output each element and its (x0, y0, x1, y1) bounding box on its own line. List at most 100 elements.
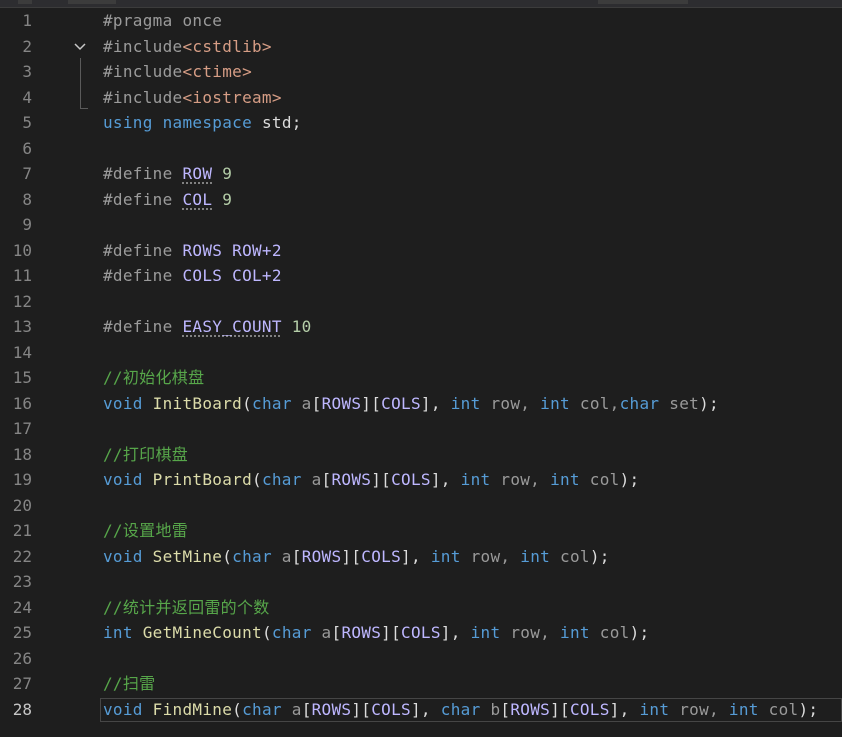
code-line[interactable]: 7 #define ROW 9 (0, 161, 842, 187)
code-token: char (242, 699, 282, 719)
code-token: <cstdlib> (182, 36, 272, 56)
code-token: [ (500, 699, 511, 719)
code-line[interactable]: 25 int GetMineCount(char a[ROWS][COLS], i… (0, 620, 842, 646)
code-line[interactable]: 2 #include<cstdlib> (0, 34, 842, 60)
code-token: col (589, 623, 630, 642)
code-text[interactable]: //设置地雷 (103, 518, 188, 544)
code-token: void (103, 393, 143, 413)
code-line[interactable]: 20 (0, 493, 842, 519)
code-line[interactable]: 19 void PrintBoard(char a[ROWS][COLS], in… (0, 467, 842, 493)
code-token: ROWS (321, 393, 362, 413)
code-editor[interactable]: 1 #pragma once 2 #include<cstdlib> 3 #include… (0, 0, 842, 737)
chevron-down-icon[interactable] (74, 41, 86, 53)
code-token: COL+2 (222, 266, 282, 285)
line-number: 28 (12, 699, 32, 719)
code-line[interactable]: 1 #pragma once (0, 8, 842, 34)
code-text[interactable]: void SetMine(char a[ROWS][COLS], int row… (103, 544, 610, 570)
code-token: a (271, 546, 292, 566)
code-token: col (579, 470, 620, 489)
code-line[interactable]: 18 //打印棋盘 (0, 442, 842, 468)
line-number: 8 (22, 189, 32, 209)
code-token: InitBoard (152, 393, 243, 413)
code-line[interactable]: 24 //统计并返回雷的个数 (0, 595, 842, 621)
line-number: 2 (22, 36, 32, 56)
code-text[interactable]: //初始化棋盘 (103, 365, 204, 391)
code-token: char (232, 546, 272, 566)
line-number: 17 (12, 419, 32, 438)
code-token: row, (460, 546, 521, 566)
code-text[interactable]: #define COLS COL+2 (103, 263, 282, 289)
code-text[interactable]: using namespace std; (103, 110, 302, 136)
code-token: namespace (162, 113, 253, 132)
code-line[interactable]: 22 void SetMine(char a[ROWS][COLS], int r… (0, 544, 842, 570)
code-text[interactable]: #include<iostream> (103, 85, 282, 111)
code-token: ( (242, 393, 253, 413)
code-token: #include (103, 62, 183, 81)
code-token: 9 (212, 164, 233, 183)
code-text[interactable]: #define ROW 9 (103, 161, 232, 187)
line-number: 22 (12, 546, 32, 566)
code-token: ][ (550, 699, 570, 719)
code-token: using (103, 113, 153, 132)
code-text[interactable]: #pragma once (103, 8, 222, 34)
code-line[interactable]: 3 #include<ctime> (0, 59, 842, 85)
code-token: SetMine (152, 546, 223, 566)
code-line[interactable]: 21 //设置地雷 (0, 518, 842, 544)
code-token: #include (103, 87, 183, 107)
code-text[interactable]: #define COL 9 (103, 187, 232, 213)
line-number: 10 (12, 240, 32, 260)
code-line[interactable]: 28 void FindMine(char a[ROWS][COLS], char… (0, 697, 842, 723)
code-token: ROW+2 (222, 240, 282, 260)
code-line[interactable]: 9 (0, 212, 842, 238)
code-token: ][ (341, 546, 362, 566)
code-text[interactable]: #include<ctime> (103, 59, 252, 85)
code-line[interactable]: 23 (0, 569, 842, 595)
code-line[interactable]: 15 //初始化棋盘 (0, 365, 842, 391)
code-text[interactable]: void PrintBoard(char a[ROWS][COLS], int … (103, 467, 639, 493)
code-line[interactable]: 12 (0, 289, 842, 315)
code-line[interactable]: 17 (0, 416, 842, 442)
code-token: COLS (371, 699, 411, 719)
code-line[interactable]: 26 (0, 646, 842, 672)
code-token: ROWS (341, 623, 382, 642)
fold-guide-end (80, 108, 88, 109)
line-number: 25 (12, 623, 32, 642)
code-token: int (639, 699, 670, 719)
code-line[interactable]: 8 #define COL 9 (0, 187, 842, 213)
code-line[interactable]: 5 using namespace std; (0, 110, 842, 136)
code-line[interactable]: 4 #include<iostream> (0, 85, 842, 111)
fold-guide-line (80, 58, 81, 108)
code-token: PrintBoard (152, 470, 252, 489)
code-token: int (470, 623, 501, 642)
code-line[interactable]: 13 #define EASY_COUNT 10 (0, 314, 842, 340)
code-line[interactable]: 16 void InitBoard(char a[ROWS][COLS], int… (0, 391, 842, 417)
code-line[interactable]: 10 #define ROWS ROW+2 (0, 238, 842, 264)
code-line[interactable]: 6 (0, 136, 842, 162)
tab-fragment (68, 0, 116, 4)
code-text[interactable]: //扫雷 (103, 671, 155, 697)
code-text[interactable]: void FindMine(char a[ROWS][COLS], char b… (103, 697, 818, 723)
line-number: 12 (12, 291, 32, 311)
code-token: ( (261, 623, 272, 642)
tab-fragment (598, 0, 688, 4)
code-text[interactable]: void InitBoard(char a[ROWS][COLS], int r… (103, 391, 719, 417)
code-token: ], (401, 546, 431, 566)
code-text[interactable]: //打印棋盘 (103, 442, 188, 468)
code-token: #define (103, 317, 183, 336)
code-text[interactable]: int GetMineCount(char a[ROWS][COLS], int… (103, 620, 649, 646)
code-token: COLS (361, 546, 402, 566)
code-line[interactable]: 27 //扫雷 (0, 671, 842, 697)
code-text[interactable]: #include<cstdlib> (103, 34, 272, 60)
code-text[interactable]: #define EASY_COUNT 10 (103, 314, 312, 340)
code-token: row, (500, 623, 561, 642)
code-token: <iostream> (182, 87, 282, 107)
code-line[interactable]: 11 #define COLS COL+2 (0, 263, 842, 289)
code-text[interactable]: //统计并返回雷的个数 (103, 595, 270, 621)
code-token: col (550, 546, 590, 566)
code-line[interactable]: 14 (0, 340, 842, 366)
code-text[interactable]: #define ROWS ROW+2 (103, 238, 282, 264)
code-token: char (440, 699, 481, 719)
